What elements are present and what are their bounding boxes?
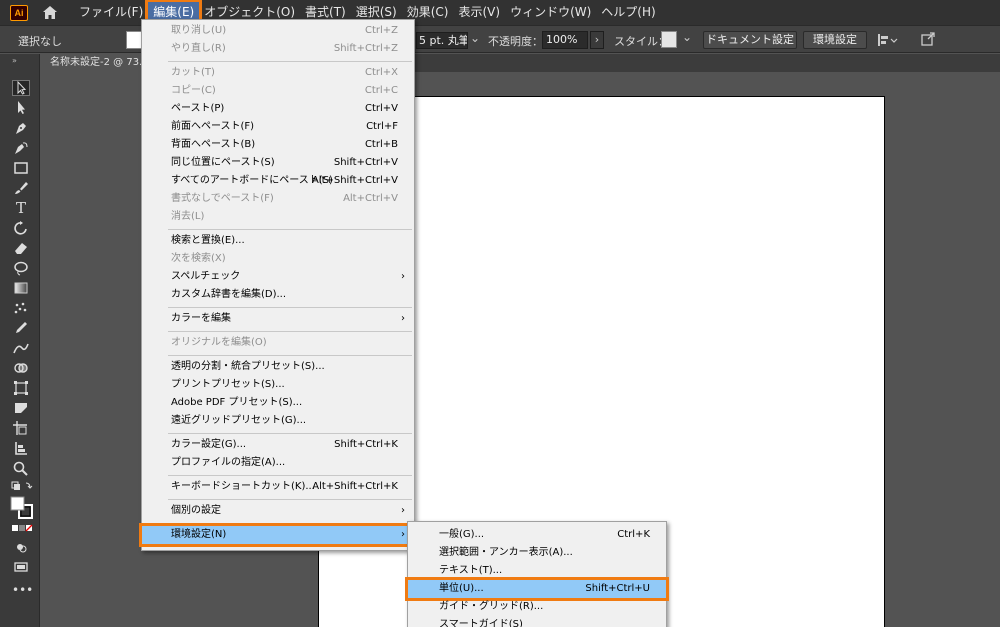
menu-item-spelling[interactable]: スペルチェック ›	[142, 268, 414, 286]
menu-item-paste[interactable]: ペースト(P) Ctrl+V	[142, 100, 414, 118]
toolbox: » T •••	[0, 54, 40, 627]
paintbrush-tool-icon[interactable]	[12, 180, 30, 196]
menu-item-clear[interactable]: 消去(L)	[142, 208, 414, 226]
menu-item-edit-colors[interactable]: カラーを編集 ›	[142, 310, 414, 328]
document-setup-button[interactable]: ドキュメント設定	[703, 31, 797, 49]
submenu-item-smart-guides[interactable]: スマートガイド(S)	[408, 616, 666, 627]
pen-tool-icon[interactable]	[12, 120, 30, 136]
zoom-tool-icon[interactable]	[12, 460, 30, 476]
menu-window[interactable]: ウィンドウ(W)	[505, 2, 596, 23]
submenu-item-guides-grid[interactable]: ガイド・グリッド(R)...	[408, 598, 666, 616]
rectangle-tool-icon[interactable]	[12, 160, 30, 176]
menu-divider	[168, 331, 412, 332]
menu-help[interactable]: ヘルプ(H)	[596, 2, 660, 23]
lasso-tool-icon[interactable]	[12, 260, 30, 276]
chevron-down-icon[interactable]: ⌄	[470, 31, 480, 45]
chevron-down-icon[interactable]: ⌄	[682, 30, 692, 44]
style-swatch[interactable]	[661, 31, 677, 48]
menu-item-assign-profile[interactable]: プロファイルの指定(A)...	[142, 454, 414, 472]
menu-item-print-presets[interactable]: プリントプリセット(S)...	[142, 376, 414, 394]
menu-item-paste-all-artboards[interactable]: すべてのアートボードにペースト(S) Alt+Shift+Ctrl+V	[142, 172, 414, 190]
menu-file[interactable]: ファイル(F)	[74, 2, 148, 23]
draw-mode-icon[interactable]	[12, 540, 30, 556]
menu-item-cut[interactable]: カット(T) Ctrl+X	[142, 64, 414, 82]
menu-divider	[168, 523, 412, 524]
symbol-sprayer-tool-icon[interactable]	[12, 300, 30, 316]
chevron-right-icon[interactable]: ›	[590, 31, 604, 49]
eraser-tool-icon[interactable]	[12, 240, 30, 256]
menu-item-keyboard-shortcuts[interactable]: キーボードショートカット(K)... Alt+Shift+Ctrl+K	[142, 478, 414, 496]
opacity-input[interactable]: 100%	[542, 31, 588, 49]
slice-tool-icon[interactable]	[12, 440, 30, 456]
menu-divider	[168, 475, 412, 476]
gradient-tool-icon[interactable]	[12, 280, 30, 296]
screen-mode-icon[interactable]	[12, 560, 30, 576]
menu-divider	[168, 229, 412, 230]
menu-item-copy[interactable]: コピー(C) Ctrl+C	[142, 82, 414, 100]
menu-item-redo[interactable]: やり直し(R) Shift+Ctrl+Z	[142, 40, 414, 58]
menu-divider	[168, 433, 412, 434]
chevron-right-icon: ›	[401, 271, 405, 282]
menu-item-find-next[interactable]: 次を検索(X)	[142, 250, 414, 268]
menu-item-my-settings[interactable]: 個別の設定 ›	[142, 502, 414, 520]
document-tab[interactable]: 名称未設定-2 @ 73.52	[40, 54, 150, 72]
export-icon[interactable]	[920, 31, 936, 47]
fill-stroke-swatches[interactable]	[8, 496, 36, 520]
menu-item-find-replace[interactable]: 検索と置換(E)...	[142, 232, 414, 250]
menu-item-paste-without-formatting[interactable]: 書式なしでペースト(F) Alt+Ctrl+V	[142, 190, 414, 208]
menu-item-edit-custom-dictionary[interactable]: カスタム辞書を編集(D)...	[142, 286, 414, 304]
selection-status: 選択なし	[18, 35, 62, 48]
menu-item-paste-in-back[interactable]: 背面へペースト(B) Ctrl+B	[142, 136, 414, 154]
shape-builder-tool-icon[interactable]	[12, 360, 30, 376]
blend-tool-icon[interactable]	[12, 340, 30, 356]
menu-divider	[168, 307, 412, 308]
swap-fill-stroke-icon[interactable]	[10, 480, 34, 496]
align-icon[interactable]	[876, 32, 898, 48]
menu-divider	[168, 499, 412, 500]
brush-definition-field[interactable]: 5 pt. 丸筆	[416, 32, 468, 49]
menu-divider	[168, 355, 412, 356]
rotate-tool-icon[interactable]	[12, 220, 30, 236]
artboard-tool-icon[interactable]	[12, 420, 30, 436]
selection-tool-icon[interactable]	[12, 80, 30, 96]
preferences-button[interactable]: 環境設定	[803, 31, 867, 49]
free-transform-tool-icon[interactable]	[12, 380, 30, 396]
chevron-right-icon: ›	[401, 313, 405, 324]
submenu-item-general[interactable]: 一般(G)... Ctrl+K	[408, 526, 666, 544]
more-tools-icon[interactable]: •••	[12, 582, 33, 598]
submenu-item-type[interactable]: テキスト(T)...	[408, 562, 666, 580]
type-tool-icon[interactable]: T	[12, 200, 30, 216]
edit-menu-dropdown: 取り消し(U) Ctrl+Z やり直し(R) Shift+Ctrl+Z カット(T)…	[139, 19, 417, 551]
menu-item-preferences[interactable]: 環境設定(N) ›	[139, 523, 417, 547]
menu-item-paste-in-place[interactable]: 同じ位置にペースト(S) Shift+Ctrl+V	[142, 154, 414, 172]
preferences-submenu: 一般(G)... Ctrl+K 選択範囲・アンカー表示(A)... テキスト(T)…	[405, 521, 669, 627]
graph-tool-icon[interactable]	[12, 400, 30, 416]
home-icon[interactable]	[40, 3, 62, 23]
menu-item-pdf-presets[interactable]: Adobe PDF プリセット(S)...	[142, 394, 414, 412]
submenu-item-units[interactable]: 単位(U)... Shift+Ctrl+U	[405, 577, 669, 601]
submenu-item-selection-anchor-display[interactable]: 選択範囲・アンカー表示(A)...	[408, 544, 666, 562]
opacity-label: 不透明度：	[488, 35, 543, 48]
menu-item-perspective-grid-presets[interactable]: 遠近グリッドプリセット(G)...	[142, 412, 414, 430]
direct-selection-tool-icon[interactable]	[12, 100, 30, 116]
menu-item-undo[interactable]: 取り消し(U) Ctrl+Z	[142, 22, 414, 40]
color-mode-icon[interactable]	[10, 524, 34, 540]
chevron-right-icon: ›	[401, 529, 405, 540]
menu-item-edit-original[interactable]: オリジナルを編集(O)	[142, 334, 414, 352]
eyedropper-tool-icon[interactable]	[12, 320, 30, 336]
illustrator-logo-icon: Ai	[10, 4, 28, 21]
menu-item-color-settings[interactable]: カラー設定(G)... Shift+Ctrl+K	[142, 436, 414, 454]
curvature-tool-icon[interactable]	[12, 140, 30, 156]
menu-item-flattener-presets[interactable]: 透明の分割・統合プリセット(S)...	[142, 358, 414, 376]
chevron-right-icon: ›	[401, 505, 405, 516]
menu-view[interactable]: 表示(V)	[453, 2, 505, 23]
menu-item-paste-in-front[interactable]: 前面へペースト(F) Ctrl+F	[142, 118, 414, 136]
menu-divider	[168, 61, 412, 62]
panel-grip-icon[interactable]: »	[12, 56, 17, 65]
